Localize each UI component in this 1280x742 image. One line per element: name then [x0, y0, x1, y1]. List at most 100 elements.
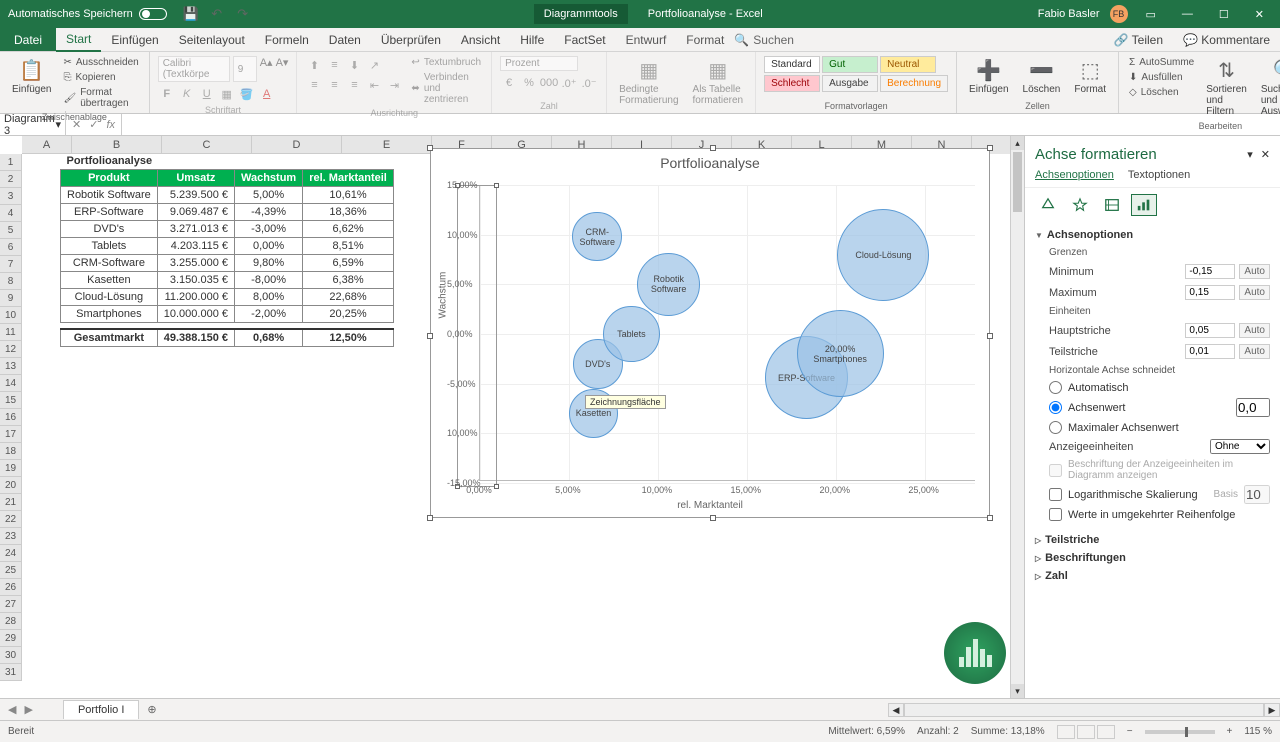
pane-close-icon[interactable]: ✕: [1261, 149, 1270, 161]
share-button[interactable]: 🔗 Teilen: [1104, 33, 1173, 47]
font-size-combo[interactable]: 9: [233, 56, 257, 82]
tab-formulas[interactable]: Formeln: [255, 29, 319, 51]
horizontal-scrollbar[interactable]: ◀▶: [888, 703, 1280, 717]
inc-decimal-icon[interactable]: .0⁺: [560, 74, 578, 92]
min-input[interactable]: [1185, 264, 1235, 279]
major-unit-input[interactable]: [1185, 323, 1235, 338]
style-berechnung[interactable]: Berechnung: [880, 75, 948, 92]
cross-max-radio[interactable]: [1049, 421, 1062, 434]
merge-button[interactable]: ⬌Verbinden und zentrieren: [409, 71, 483, 106]
zoom-in-icon[interactable]: +: [1227, 726, 1233, 737]
tab-design[interactable]: Entwurf: [616, 29, 677, 51]
comments-button[interactable]: 💬 Kommentare: [1173, 33, 1280, 47]
indent-inc-icon[interactable]: ⇥: [385, 76, 403, 94]
cut-button[interactable]: ✂Ausschneiden: [61, 56, 140, 69]
redo-icon[interactable]: ↷: [235, 6, 251, 22]
bold-button[interactable]: F: [158, 85, 176, 103]
new-sheet-button[interactable]: ⊕: [139, 700, 164, 719]
align-top-icon[interactable]: ⬆: [305, 56, 323, 74]
close-icon[interactable]: ✕: [1247, 8, 1272, 21]
fill-color-icon[interactable]: 🪣: [238, 85, 256, 103]
find-select-button[interactable]: 🔍Suchen und Auswählen: [1257, 56, 1280, 119]
style-standard[interactable]: Standard: [764, 56, 820, 73]
section-axis-options[interactable]: ▼Achsenoptionen: [1035, 226, 1270, 244]
align-bot-icon[interactable]: ⬇: [345, 56, 363, 74]
cross-auto-radio[interactable]: [1049, 381, 1062, 394]
format-cells-button[interactable]: ⬚Format: [1070, 56, 1110, 97]
wrap-text-button[interactable]: ↩Textumbruch: [409, 56, 483, 69]
minor-unit-input[interactable]: [1185, 344, 1235, 359]
minimize-icon[interactable]: —: [1174, 8, 1201, 20]
reverse-check[interactable]: [1049, 508, 1062, 521]
tab-factset[interactable]: FactSet: [554, 29, 615, 51]
tab-data[interactable]: Daten: [319, 29, 371, 51]
chart-object[interactable]: Portfolioanalyse Wachstum rel. Marktante…: [430, 148, 990, 518]
log-scale-check[interactable]: [1049, 488, 1062, 501]
cross-value-radio[interactable]: [1049, 401, 1062, 414]
view-normal-icon[interactable]: [1057, 725, 1075, 739]
tab-format[interactable]: Format: [676, 29, 734, 51]
fx-icon[interactable]: fx: [106, 119, 115, 131]
pane-menu-icon[interactable]: ▾: [1247, 149, 1253, 161]
worksheet[interactable]: ABCDEFGHIJKLMN 1234567891011121314151617…: [0, 136, 1024, 698]
format-as-table-button[interactable]: ▦Als Tabelle formatieren: [689, 56, 748, 108]
tab-file[interactable]: Datei: [0, 28, 56, 51]
row-headers[interactable]: 1234567891011121314151617181920212223242…: [0, 154, 22, 681]
user-name[interactable]: Fabio Basler: [1038, 8, 1100, 20]
bubble-smartphones[interactable]: 20,00% Smartphones: [797, 310, 884, 397]
underline-button[interactable]: U: [198, 85, 216, 103]
fill-line-tab-icon[interactable]: [1035, 194, 1061, 216]
zoom-level[interactable]: 115 %: [1244, 726, 1272, 737]
insert-cells-button[interactable]: ➕Einfügen: [965, 56, 1012, 97]
decrease-font-icon[interactable]: A▾: [276, 56, 289, 82]
dec-decimal-icon[interactable]: .0⁻: [580, 74, 598, 92]
font-color-icon[interactable]: A: [258, 85, 276, 103]
autosum-button[interactable]: ΣAutoSumme: [1127, 56, 1196, 69]
align-mid-icon[interactable]: ≡: [325, 56, 343, 74]
pane-tab-text-options[interactable]: Textoptionen: [1128, 169, 1190, 181]
tab-view[interactable]: Ansicht: [451, 29, 510, 51]
min-auto-button[interactable]: Auto: [1239, 264, 1270, 279]
currency-icon[interactable]: €: [500, 74, 518, 92]
tell-me-search[interactable]: 🔍 Suchen: [734, 33, 794, 47]
clear-button[interactable]: ◇Löschen: [1127, 86, 1196, 99]
vertical-scrollbar[interactable]: ▴▾: [1010, 136, 1024, 698]
tab-insert[interactable]: Einfügen: [101, 29, 168, 51]
maximize-icon[interactable]: ☐: [1211, 8, 1237, 21]
sheet-nav-next-icon[interactable]: ▶: [24, 703, 32, 716]
view-layout-icon[interactable]: [1077, 725, 1095, 739]
pane-tab-axis-options[interactable]: Achsenoptionen: [1035, 169, 1114, 181]
fill-button[interactable]: ⬇Ausfüllen: [1127, 71, 1196, 84]
bubble-crm-software[interactable]: CRM-Software: [572, 212, 622, 262]
undo-icon[interactable]: ↶: [209, 6, 225, 22]
increase-font-icon[interactable]: A▴: [260, 56, 273, 82]
max-input[interactable]: [1185, 285, 1235, 300]
name-box[interactable]: Diagramm 3▾: [0, 111, 66, 139]
section-tickmarks[interactable]: ▷Teilstriche: [1035, 531, 1270, 549]
autosave-toggle[interactable]: Automatisches Speichern: [0, 8, 175, 20]
delete-cells-button[interactable]: ➖Löschen: [1019, 56, 1065, 97]
display-units-select[interactable]: Ohne: [1210, 439, 1270, 454]
bubble-cloud-l-sung[interactable]: Cloud-Lösung: [837, 209, 929, 301]
section-labels[interactable]: ▷Beschriftungen: [1035, 549, 1270, 567]
zoom-slider[interactable]: [1145, 730, 1215, 734]
orientation-icon[interactable]: ↗: [365, 56, 383, 74]
style-schlecht[interactable]: Schlecht: [764, 75, 820, 92]
save-icon[interactable]: 💾: [183, 6, 199, 22]
copy-button[interactable]: ⎘Kopieren: [61, 71, 140, 84]
axis-options-tab-icon[interactable]: [1131, 194, 1157, 216]
format-painter-button[interactable]: 🖌Format übertragen: [61, 86, 140, 110]
section-number[interactable]: ▷Zahl: [1035, 567, 1270, 585]
paste-button[interactable]: 📋 Einfügen: [8, 56, 55, 97]
avatar[interactable]: FB: [1110, 5, 1128, 23]
conditional-format-button[interactable]: ▦Bedingte Formatierung: [615, 56, 682, 108]
plot-area[interactable]: Robotik SoftwareERP-SoftwareDVD'sTablets…: [479, 185, 975, 481]
tab-layout[interactable]: Seitenlayout: [169, 29, 255, 51]
percent-icon[interactable]: %: [520, 74, 538, 92]
tab-start[interactable]: Start: [56, 28, 101, 52]
sheet-nav-prev-icon[interactable]: ◀: [0, 703, 24, 716]
cross-value-input[interactable]: [1236, 398, 1270, 417]
enter-formula-icon[interactable]: ✓: [89, 118, 98, 131]
bubble-tablets[interactable]: Tablets: [603, 306, 659, 362]
tab-help[interactable]: Hilfe: [510, 29, 554, 51]
